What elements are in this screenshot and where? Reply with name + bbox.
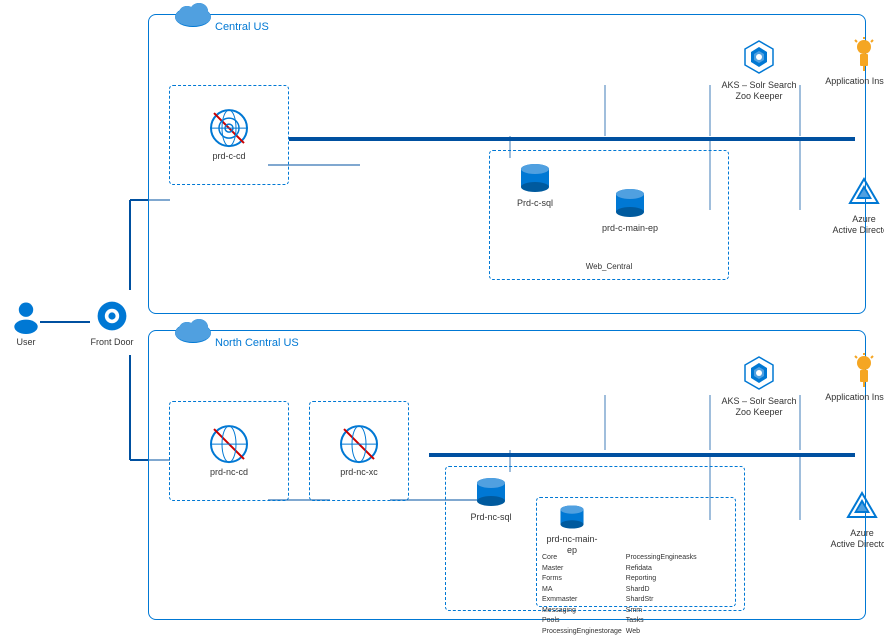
nc-main-ep-inner-box: prd-nc-main-ep CoreMasterFormsMAExmmaste… [536, 497, 736, 607]
nc-service-item: Forms [542, 574, 622, 585]
sql-main-icon [613, 186, 647, 220]
azure-ad-icon [846, 175, 882, 211]
app-insights-icon [846, 37, 882, 73]
prd-c-main-ep-icon-box: prd-c-main-ep [590, 186, 670, 234]
prd-c-cd-icon [209, 108, 249, 148]
nc-service-item: Messaging [542, 606, 622, 617]
nc-service-item: Pools [542, 616, 622, 627]
nc-cloud-icon [173, 313, 213, 343]
nc-service-item: Core [542, 553, 622, 564]
app-insights-central-box: Application Insights [824, 37, 884, 87]
prd-nc-xc-icon-box: prd-nc-xc [319, 424, 399, 478]
prd-nc-xc-label: prd-nc-xc [340, 467, 378, 478]
nc-services-right: ProcessingEngineasksRefidataReportingSha… [626, 553, 697, 637]
nc-service-item: Refidata [626, 564, 697, 575]
web-central-label: Web_Central [586, 262, 633, 271]
azure-ad-central-label: Azure Active Directory [832, 214, 884, 236]
prd-nc-sql-icon-box: Prd-nc-sql [456, 475, 526, 523]
central-us-region: Central US prd-c-cd [148, 14, 866, 314]
azure-ad-nc-label: Azure Active Directory [830, 528, 884, 550]
user-label: User [16, 337, 35, 348]
prd-nc-sql-label: Prd-nc-sql [470, 512, 511, 523]
user-icon-box: User [4, 298, 48, 348]
prd-nc-xc-icon [339, 424, 379, 464]
aks-solr-nc-box: AKS – Solr Search Zoo Keeper [719, 353, 799, 418]
aks-icon [739, 37, 779, 77]
nc-service-item: Smm [626, 606, 697, 617]
nc-service-item: ProcessingEngineasks [626, 553, 697, 564]
prd-c-cd-icon-box: prd-c-cd [189, 108, 269, 162]
central-cd-box: prd-c-cd [169, 85, 289, 185]
app-insights-nc-icon [846, 353, 882, 389]
aks-solr-nc-label: AKS – Solr Search Zoo Keeper [721, 396, 796, 418]
azure-ad-nc-box: Azure Active Directory [827, 489, 884, 550]
diagram: User Front Door Central US [0, 0, 884, 635]
nc-services-left: CoreMasterFormsMAExmmasterMessagingPools… [542, 553, 622, 637]
prd-nc-cd-icon-box: prd-nc-cd [189, 424, 269, 478]
front-door-icon-box: Front Door [88, 298, 136, 348]
central-cloud-icon [173, 0, 213, 27]
aks-solr-central-label: AKS – Solr Search Zoo Keeper [721, 80, 796, 102]
nc-service-item: Tasks [626, 616, 697, 627]
nc-service-item: Exmmaster [542, 595, 622, 606]
app-insights-nc-label: Application Insights [825, 392, 884, 403]
nc-sql-box: Prd-nc-sql prd-nc-main-ep CoreMasterForm… [445, 466, 745, 611]
app-insights-central-label: Application Insights [825, 76, 884, 87]
nc-service-item: ShardStr [626, 595, 697, 606]
prd-c-cd-label: prd-c-cd [212, 151, 245, 162]
aks-solr-central-box: AKS – Solr Search Zoo Keeper [719, 37, 799, 102]
nc-hbar [429, 453, 855, 457]
prd-nc-cd-label: prd-nc-cd [210, 467, 248, 478]
front-door-label: Front Door [90, 337, 133, 348]
central-sql-box: Prd-c-sql prd-c-main-ep Web_Central [489, 150, 729, 280]
front-door-icon [94, 298, 130, 334]
nc-xc-box: prd-nc-xc [309, 401, 409, 501]
nc-cd-box: prd-nc-cd [169, 401, 289, 501]
prd-nc-cd-icon [209, 424, 249, 464]
user-icon [8, 298, 44, 334]
nc-service-item: Reporting [626, 574, 697, 585]
nc-service-item: ShardD [626, 585, 697, 596]
central-us-label: Central US [215, 21, 269, 33]
nc-main-ep-sql-icon [558, 503, 586, 531]
app-insights-nc-box: Application Insights [824, 353, 884, 403]
central-hbar [289, 137, 855, 141]
aks-nc-icon [739, 353, 779, 393]
nc-service-item: Master [542, 564, 622, 575]
prd-c-main-ep-label: prd-c-main-ep [602, 223, 658, 234]
nc-service-item: Web [626, 627, 697, 637]
nc-sql-icon [474, 475, 508, 509]
prd-nc-main-ep-icon-box: prd-nc-main-ep [542, 503, 602, 556]
azure-ad-central-box: Azure Active Directory [829, 175, 884, 236]
north-central-us-label: North Central US [215, 337, 299, 349]
sql-icon [518, 161, 552, 195]
prd-c-sql-icon-box: Prd-c-sql [500, 161, 570, 209]
nc-service-item: ProcessingEnginestorage [542, 627, 622, 637]
prd-c-sql-label: Prd-c-sql [517, 198, 553, 209]
nc-service-item: MA [542, 585, 622, 596]
azure-ad-nc-icon [844, 489, 880, 525]
north-central-us-region: North Central US prd-nc-cd [148, 330, 866, 620]
